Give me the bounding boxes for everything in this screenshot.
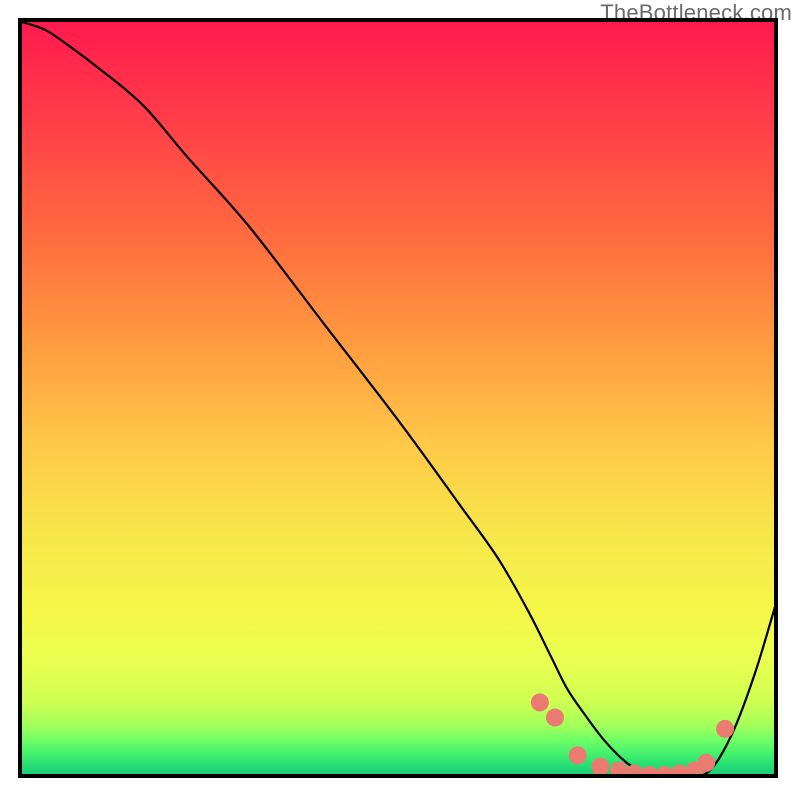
highlight-point — [531, 693, 549, 711]
highlight-point — [610, 761, 628, 778]
highlight-point — [716, 720, 734, 738]
highlight-point — [697, 754, 715, 772]
highlight-points — [531, 693, 734, 778]
chart-canvas: TheBottleneck.com — [0, 0, 800, 800]
plot-area — [22, 22, 778, 778]
highlight-point — [569, 746, 587, 764]
highlight-point — [591, 758, 609, 776]
curve-group — [22, 22, 778, 778]
chart-svg — [22, 22, 778, 778]
bottleneck-curve — [22, 22, 778, 778]
highlight-point — [546, 709, 564, 727]
